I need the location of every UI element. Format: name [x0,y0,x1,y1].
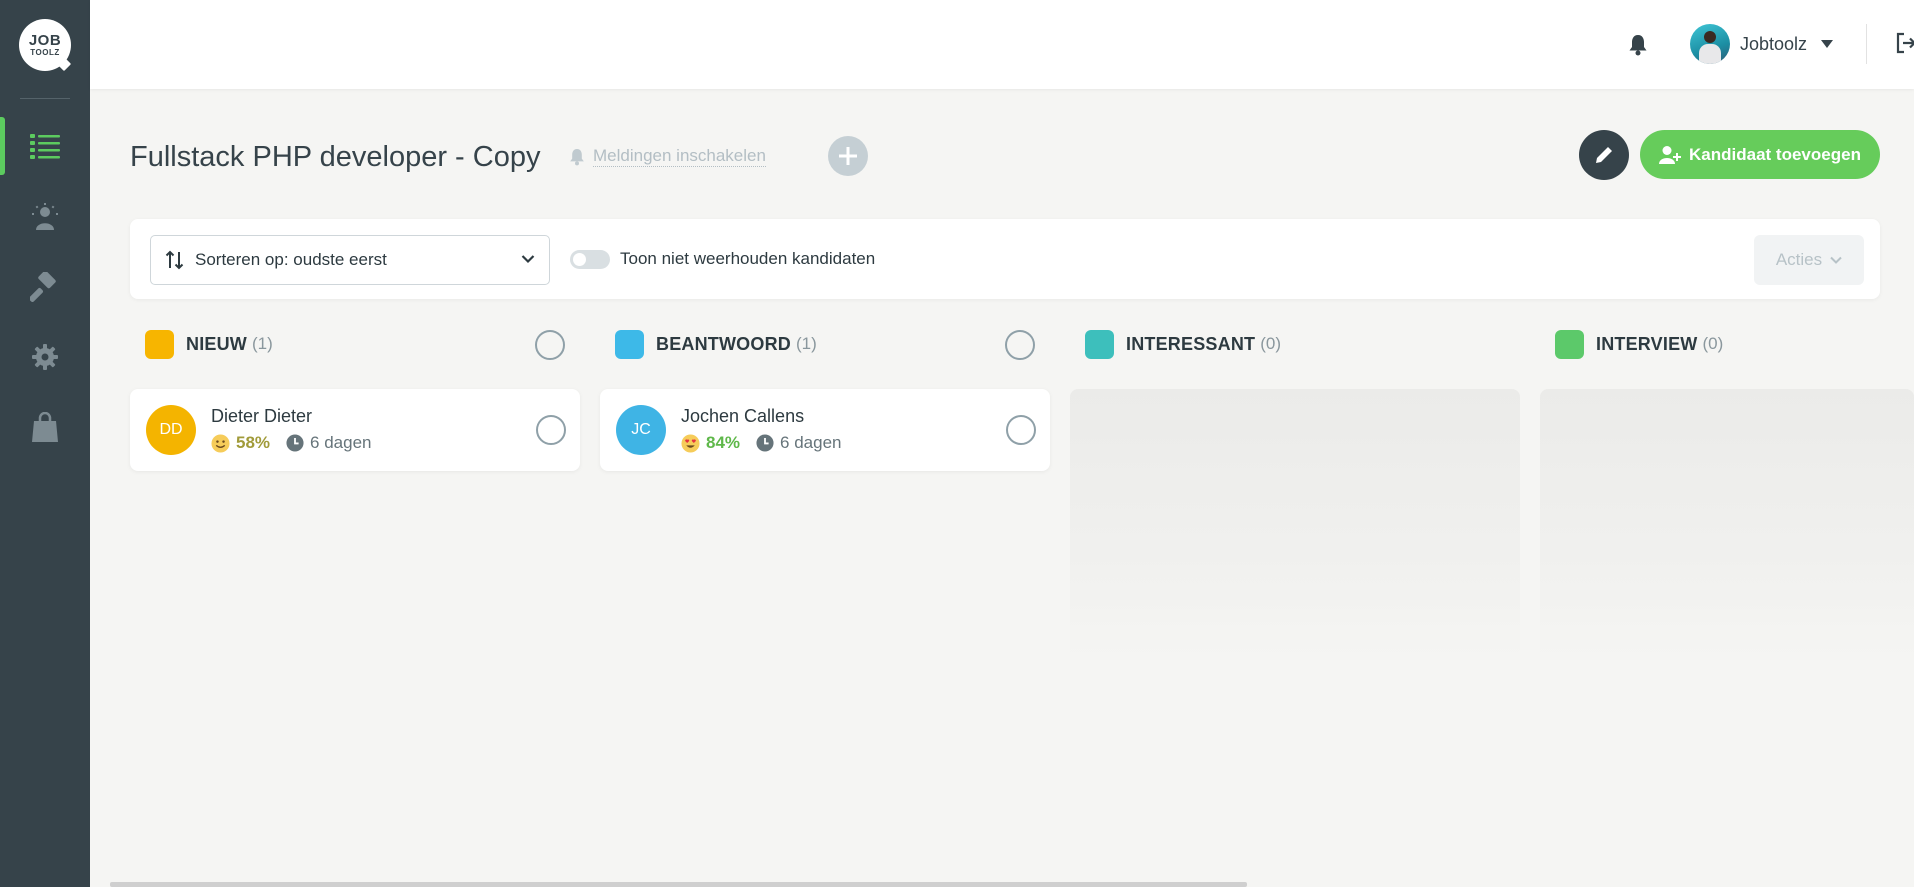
sort-icon [165,250,184,270]
column-count: (0) [1260,334,1281,353]
candidate-card[interactable]: DD Dieter Dieter 58% 6 dagen [130,389,580,471]
show-rejected-label: Toon niet weerhouden kandidaten [620,249,876,268]
select-candidate-checkbox[interactable] [1006,415,1036,445]
smile-emoji-icon [211,433,230,453]
add-stage-button[interactable] [828,136,868,176]
bell-icon [1629,35,1647,56]
add-user-icon [1659,145,1682,164]
plus-icon [839,147,857,165]
candidate-name: Jochen Callens [681,406,805,426]
enable-notifications-label: Meldingen inschakelen [593,146,766,167]
heart-eyes-emoji-icon [681,433,700,453]
column-header-nieuw: NIEUW (1) [145,328,273,360]
column-count: (1) [796,334,817,353]
column-header-beantwoord: BEANTWOORD (1) [615,328,817,360]
sign-out-icon [1896,32,1914,54]
column-title: NIEUW [186,333,247,354]
sidebar-item-settings[interactable] [0,328,90,386]
list-icon [30,134,60,159]
column-color-swatch [145,329,174,359]
sort-select[interactable]: Sorteren op: oudste eerst [150,235,550,285]
jobtoolz-logo[interactable]: JOB TOOLZ [19,19,71,71]
match-score: 84% [706,433,741,452]
candidate-name: Dieter Dieter [211,406,313,426]
actions-label: Acties [1775,250,1823,269]
show-rejected-toggle[interactable] [570,250,610,269]
topbar-divider [1866,24,1867,64]
shopping-bag-icon [32,412,58,442]
avatar [1690,24,1730,64]
column-title: INTERVIEW [1596,333,1698,354]
candidate-initials-avatar: DD [146,405,196,455]
add-candidate-button[interactable]: Kandidaat toevoegen [1640,130,1880,179]
enable-notifications-link[interactable]: Meldingen inschakelen [569,146,766,167]
caret-down-icon [1821,40,1834,48]
chevron-down-icon [521,255,535,264]
edit-vacancy-button[interactable] [1579,130,1629,180]
column-count: (0) [1702,334,1724,353]
notifications-button[interactable] [1628,34,1648,61]
sidebar-divider [20,98,70,99]
add-candidate-label: Kandidaat toevoegen [1689,144,1861,164]
days-in-stage: 6 dagen [780,433,842,452]
empty-column-dropzone [1540,389,1914,659]
logo-line2: TOOLZ [30,48,60,57]
column-title: INTERESSANT [1126,333,1256,354]
select-all-beantwoord-checkbox[interactable] [1005,330,1035,360]
days-in-stage: 6 dagen [310,433,372,452]
column-color-swatch [615,329,644,359]
jobsite-link[interactable]: jobsite [1895,32,1914,54]
candidate-meta: 58% 6 dagen [211,433,371,453]
empty-column-dropzone [1070,389,1520,659]
top-bar: Jobtoolz jobsite [90,0,1914,89]
filter-bar: Sorteren op: oudste eerst Toon niet weer… [130,219,1880,299]
candidate-initials-avatar: JC [616,405,666,455]
gear-icon [32,344,58,370]
select-candidate-checkbox[interactable] [536,415,566,445]
column-title: BEANTWOORD [656,333,791,354]
bell-icon [570,148,584,165]
column-color-swatch [1085,329,1114,359]
column-header-interview: INTERVIEW (0) [1555,328,1723,360]
candidates-icon [32,203,58,230]
sidebar-item-tools[interactable] [0,258,90,316]
match-score: 58% [236,433,271,452]
sidebar-item-shop[interactable] [0,398,90,456]
column-color-swatch [1555,329,1584,359]
column-count: (1) [252,334,273,353]
sidebar-item-candidates[interactable] [0,188,90,246]
horizontal-scrollbar[interactable] [110,882,1247,887]
sort-select-value: Sorteren op: oudste eerst [195,250,387,269]
sidebar: JOB TOOLZ [0,0,90,887]
page-title: Fullstack PHP developer - Copy [130,141,541,173]
user-menu[interactable]: Jobtoolz [1690,24,1834,64]
user-name: Jobtoolz [1740,33,1808,54]
pencil-icon [1596,147,1612,163]
sidebar-item-vacancies[interactable] [0,117,90,175]
column-header-interessant: INTERESSANT (0) [1085,328,1281,360]
select-all-nieuw-checkbox[interactable] [535,330,565,360]
candidate-card[interactable]: JC Jochen Callens 84% 6 dagen [600,389,1050,471]
candidate-meta: 84% 6 dagen [681,433,841,453]
hammer-icon [30,272,56,302]
chevron-down-icon [1830,256,1842,264]
actions-button[interactable]: Acties [1754,235,1864,285]
clock-icon [756,434,774,452]
clock-icon [286,434,304,452]
logo-line1: JOB [28,32,62,49]
